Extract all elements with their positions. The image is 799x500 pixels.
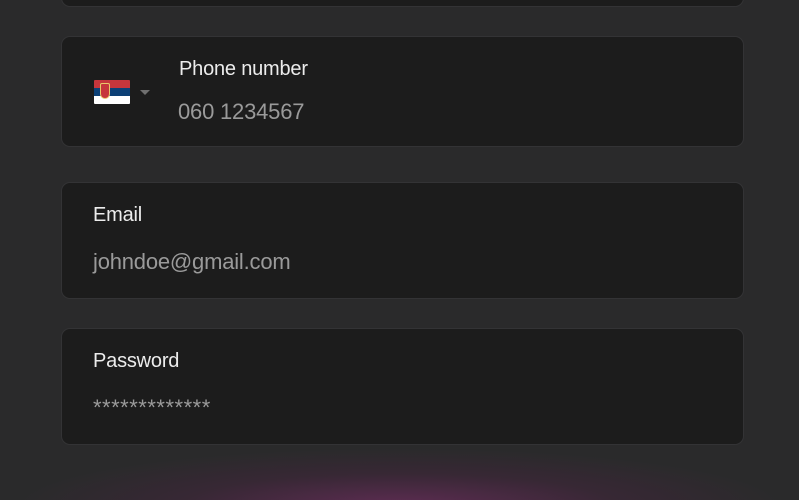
coat-of-arms-icon — [101, 84, 109, 98]
submit-button-glow — [0, 440, 799, 500]
serbia-flag-icon — [94, 80, 130, 104]
phone-input[interactable]: 060 1234567 — [178, 99, 304, 125]
email-field[interactable]: Email johndoe@gmail.com — [61, 182, 744, 299]
previous-field[interactable] — [61, 0, 744, 7]
flag-stripe-red — [94, 80, 130, 88]
email-input[interactable]: johndoe@gmail.com — [93, 249, 291, 275]
country-code-select[interactable] — [94, 79, 154, 105]
password-label: Password — [93, 350, 180, 372]
phone-label: Phone number — [179, 58, 308, 80]
caret-down-icon[interactable] — [140, 89, 150, 95]
password-field[interactable]: Password ************* — [61, 328, 744, 445]
email-label: Email — [93, 204, 143, 226]
phone-field[interactable]: Phone number 060 1234567 — [61, 36, 744, 147]
password-input[interactable]: ************* — [93, 395, 211, 421]
flag-stripe-white — [94, 96, 130, 104]
flag-stripe-blue — [94, 88, 130, 96]
